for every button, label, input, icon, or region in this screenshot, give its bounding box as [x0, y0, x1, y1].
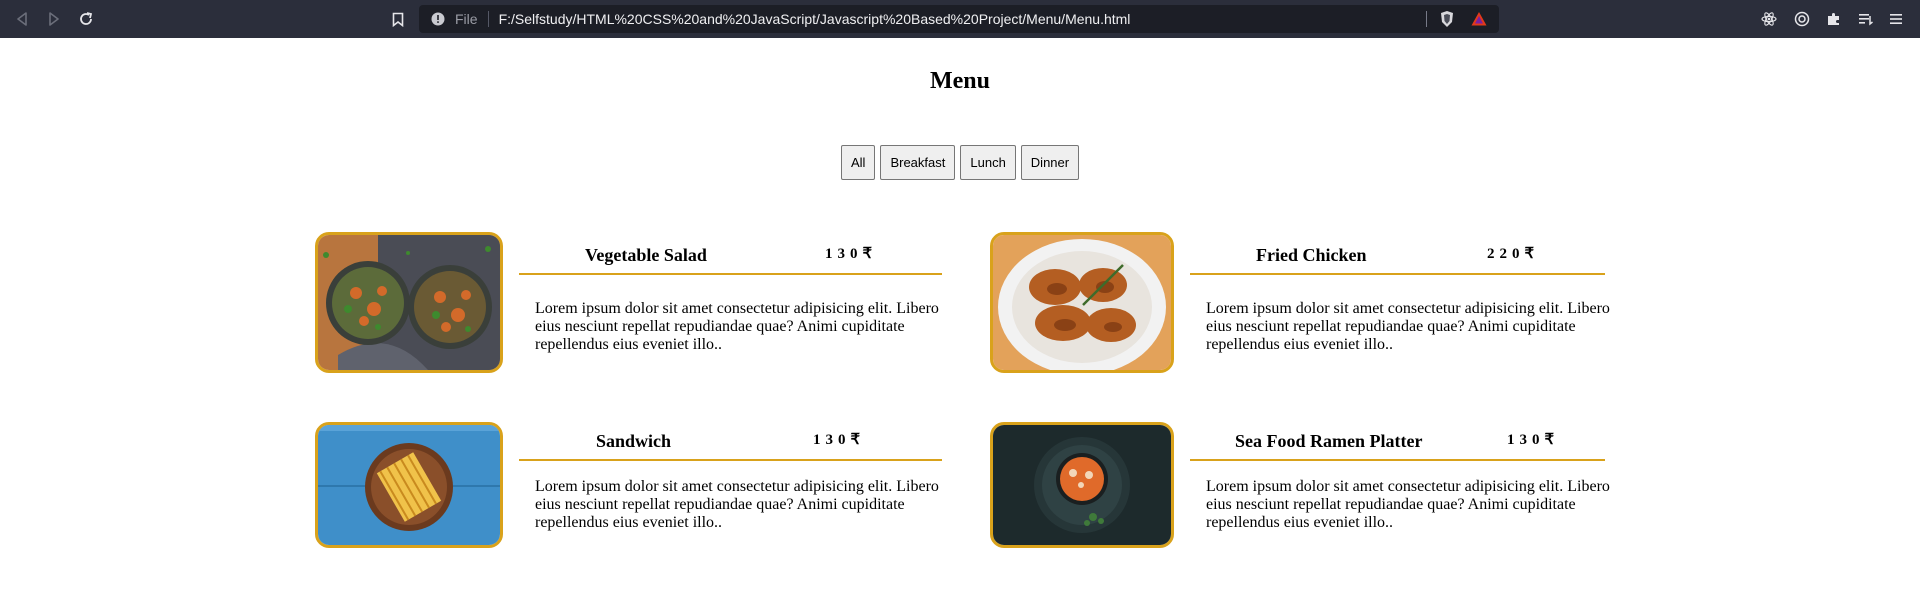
- react-devtools-icon[interactable]: [1759, 9, 1779, 29]
- page-title: Menu: [930, 68, 990, 94]
- seafood-ramen-photo: [990, 422, 1174, 548]
- item-name: Sea Food Ramen Platter: [1235, 431, 1423, 451]
- address-divider-right: [1426, 11, 1427, 27]
- item-divider: [1190, 459, 1605, 461]
- item-description: Lorem ipsum dolor sit amet consectetur a…: [1206, 478, 1610, 531]
- back-button[interactable]: [12, 9, 32, 29]
- item-divider: [1190, 273, 1605, 275]
- item-divider: [519, 459, 942, 461]
- item-price: 130₹: [825, 246, 878, 262]
- bookmark-button[interactable]: [388, 9, 408, 29]
- fried-chicken-photo: [990, 232, 1174, 373]
- item-price: 130₹: [813, 432, 866, 448]
- item-name: Sandwich: [596, 431, 672, 451]
- filter-dinner-button[interactable]: Dinner: [1020, 145, 1080, 180]
- extensions-icon[interactable]: [1824, 9, 1844, 29]
- item-description: Lorem ipsum dolor sit amet consectetur a…: [535, 478, 939, 531]
- filter-breakfast-button[interactable]: Breakfast: [880, 145, 956, 180]
- back-icon: [17, 12, 27, 26]
- sandwich-photo: [315, 422, 503, 548]
- address-url[interactable]: F:/Selfstudy/HTML%20CSS%20and%20JavaScri…: [499, 11, 1131, 27]
- forward-button[interactable]: [44, 9, 64, 29]
- item-price: 130₹: [1507, 432, 1560, 448]
- filter-all-button[interactable]: All: [841, 145, 876, 180]
- category-filters: All Breakfast Lunch Dinner: [841, 145, 1080, 180]
- vegetable-salad-photo: [315, 232, 503, 373]
- target-extension-icon[interactable]: [1792, 9, 1812, 29]
- item-price: 220₹: [1487, 246, 1540, 262]
- forward-icon: [49, 12, 59, 26]
- brave-rewards-icon[interactable]: [1470, 10, 1488, 28]
- address-scheme-label: File: [455, 11, 478, 27]
- reading-list-icon[interactable]: [1856, 9, 1876, 29]
- reload-button[interactable]: [76, 9, 96, 29]
- item-description: Lorem ipsum dolor sit amet consectetur a…: [535, 300, 939, 353]
- bookmark-icon: [392, 12, 404, 27]
- reload-icon: [80, 12, 93, 25]
- filter-lunch-button[interactable]: Lunch: [960, 145, 1016, 180]
- address-divider: [487, 11, 489, 27]
- browser-menu-icon[interactable]: [1886, 9, 1906, 29]
- brave-shields-icon[interactable]: [1438, 10, 1456, 28]
- info-icon: [431, 12, 445, 26]
- item-name: Fried Chicken: [1256, 245, 1367, 265]
- browser-toolbar: File F:/Selfstudy/HTML%20CSS%20and%20Jav…: [0, 0, 1920, 38]
- item-description: Lorem ipsum dolor sit amet consectetur a…: [1206, 300, 1610, 353]
- address-bar[interactable]: File F:/Selfstudy/HTML%20CSS%20and%20Jav…: [419, 5, 1499, 33]
- item-divider: [519, 273, 942, 275]
- item-name: Vegetable Salad: [585, 245, 707, 265]
